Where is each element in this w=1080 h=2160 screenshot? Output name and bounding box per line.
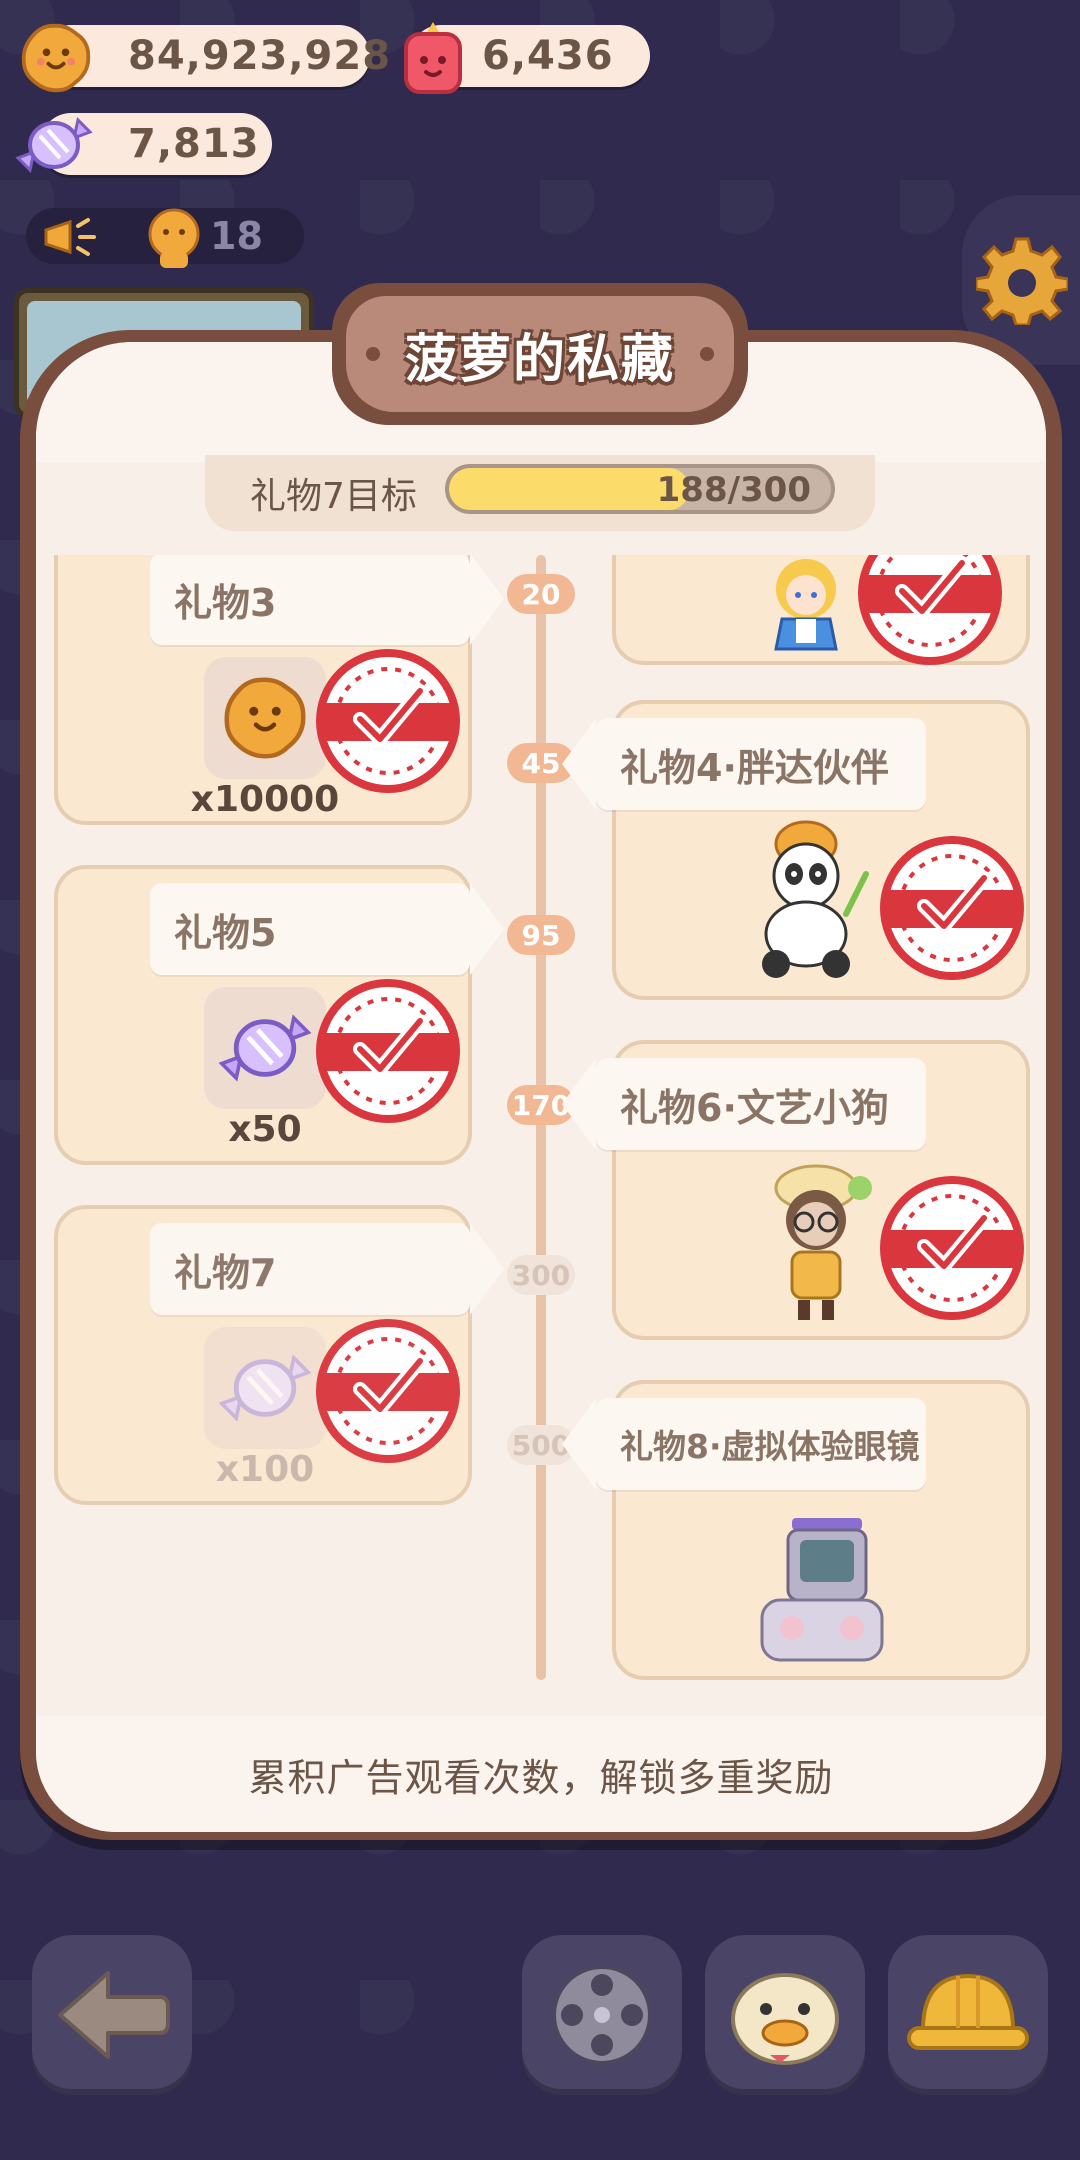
reward-card-gift4[interactable]: 礼物4·胖达伙伴: [562, 700, 1030, 1000]
reward-card-gift3[interactable]: 礼物3 x10000: [54, 555, 504, 825]
reward-card-gift8[interactable]: 礼物8·虚拟体验眼镜: [562, 1380, 1030, 1680]
claimed-stamp-icon: [880, 836, 1024, 980]
duck-button[interactable]: [705, 1935, 865, 2095]
progress-bar: 188/300: [445, 464, 835, 514]
goal-label: 礼物7目标: [250, 476, 417, 517]
vr-machine: [760, 1518, 884, 1662]
card-label: 礼物4·胖达伙伴: [562, 718, 926, 810]
claimed-stamp-icon: [316, 1319, 460, 1463]
film-button[interactable]: [522, 1935, 682, 2095]
back-button[interactable]: [32, 1935, 192, 2095]
reward-card-gift2[interactable]: [612, 555, 1030, 665]
progress-text: 188/300: [656, 470, 811, 510]
back-arrow-icon: [58, 1971, 170, 2059]
item-slot: [204, 657, 326, 779]
claimed-stamp-icon: [858, 555, 1002, 665]
claimed-stamp-icon: [316, 979, 460, 1123]
milestone-20: 20: [507, 574, 575, 614]
panel-title: 菠萝的私藏: [404, 329, 675, 390]
progress-fill: [449, 468, 689, 510]
gear-icon: [976, 237, 1068, 325]
duck-icon: [731, 1973, 839, 2065]
card-label: 礼物8·虚拟体验眼镜: [562, 1398, 926, 1490]
coins-value: 84,923,928: [128, 33, 392, 79]
hard-hat-icon: [907, 1973, 1029, 2050]
cookie-icon: [224, 677, 306, 759]
claimed-stamp-icon: [316, 649, 460, 793]
reward-card-gift6[interactable]: 礼物6·文艺小狗: [562, 1040, 1030, 1340]
milestone-95: 95: [507, 915, 575, 955]
candy-value: 7,813: [128, 121, 260, 167]
card-label: 礼物7: [150, 1223, 504, 1315]
candle-value: 6,436: [482, 33, 614, 79]
dog-character: [774, 1164, 872, 1320]
candle-icon: [404, 22, 462, 94]
film-reel-icon: [552, 1965, 652, 2065]
cookie-icon: [21, 23, 91, 93]
card-label: 礼物6·文艺小狗: [562, 1058, 926, 1150]
hat-button[interactable]: [888, 1935, 1048, 2095]
claimed-stamp-icon: [880, 1176, 1024, 1320]
candy-icon: [218, 1014, 312, 1082]
rewards-scroll-area[interactable]: 20 45 95 170 300 500 礼物3 x10000 礼物5 x50 …: [36, 555, 1046, 1680]
reward-card-gift5[interactable]: 礼物5 x50: [54, 865, 504, 1165]
candy-icon: [15, 117, 93, 173]
item-slot: [204, 987, 326, 1109]
card-label: 礼物3: [150, 555, 504, 645]
footer-hint: 累积广告观看次数，解锁多重奖励: [248, 1755, 834, 1800]
reward-card-gift7[interactable]: 礼物7 x100: [54, 1205, 504, 1505]
item-slot: [204, 1327, 326, 1449]
title-plate-inner: 菠萝的私藏: [346, 296, 734, 412]
panel-footer: 累积广告观看次数，解锁多重奖励: [36, 1716, 1046, 1832]
milestone-300: 300: [507, 1255, 575, 1295]
ad-count: 18: [210, 214, 263, 258]
candy-icon: [218, 1354, 312, 1422]
ad-watch-bar[interactable]: 18: [26, 208, 304, 268]
goal-progress-header: 礼物7目标 188/300: [205, 455, 875, 531]
mascot-icon: [148, 208, 200, 268]
megaphone-icon: [44, 218, 96, 256]
card-label: 礼物5: [150, 883, 504, 975]
panda-character: [762, 820, 869, 978]
doll-character: [774, 559, 838, 651]
